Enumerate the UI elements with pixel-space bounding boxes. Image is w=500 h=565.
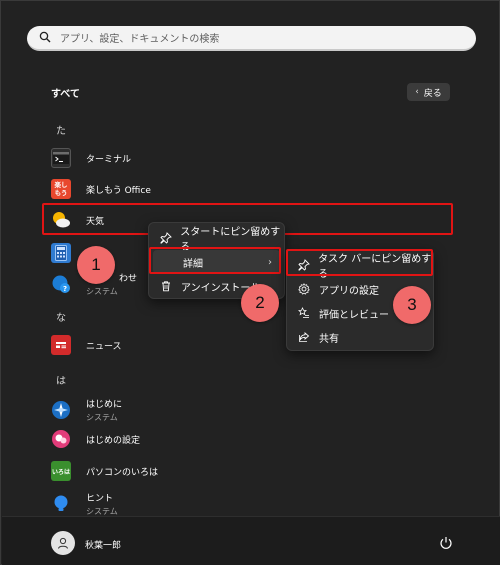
- menu-item-label: アプリの設定: [319, 285, 379, 297]
- gear-icon: [297, 282, 311, 296]
- share-icon: [297, 330, 311, 344]
- pin-icon: [159, 231, 172, 245]
- all-apps-title: すべて: [51, 89, 80, 100]
- list-item-tips-hint[interactable]: ヒント システム: [51, 491, 118, 517]
- back-button[interactable]: ‹ 戻る: [407, 83, 450, 101]
- letter-header-ta: た: [56, 126, 66, 137]
- list-item-terminal[interactable]: ターミナル: [51, 148, 131, 168]
- list-item-pc-iroha[interactable]: いろは パソコンのいろは: [51, 461, 158, 481]
- svg-text:?: ?: [63, 285, 67, 293]
- app-name: ニュース: [86, 341, 122, 352]
- highlight-pin-to-taskbar: [286, 249, 433, 276]
- list-item-initial-setup[interactable]: はじめの設定: [51, 429, 140, 449]
- tanoshimou-office-icon: 楽し もう: [51, 179, 71, 199]
- app-subtitle: システム: [86, 287, 118, 296]
- search-box[interactable]: アプリ、設定、ドキュメントの検索: [27, 26, 476, 51]
- menu-item-label: 共有: [319, 333, 339, 345]
- list-item-calculator[interactable]: [51, 243, 71, 263]
- start-footer: 秋葉一郎: [2, 516, 500, 565]
- letter-header-ha: は: [56, 376, 66, 387]
- list-item-get-started[interactable]: はじめに システム: [51, 397, 122, 423]
- back-button-label: 戻る: [423, 88, 442, 99]
- initial-setup-icon: [51, 429, 71, 449]
- app-name: ターミナル: [86, 154, 132, 165]
- pc-iroha-icon: いろは: [51, 461, 71, 481]
- list-item-tanoshimou-office[interactable]: 楽し もう 楽しもう Office: [51, 179, 151, 199]
- callout-2: 2: [241, 284, 279, 322]
- user-icon: [58, 537, 68, 549]
- lightbulb-icon: [51, 494, 71, 514]
- star-review-icon: [297, 306, 311, 320]
- app-name: はじめの設定: [86, 435, 141, 446]
- user-name[interactable]: 秋葉一郎: [85, 538, 121, 551]
- app-name: パソコンのいろは: [86, 467, 159, 478]
- news-icon: [51, 335, 71, 355]
- app-name: はじめに: [86, 400, 123, 410]
- start-menu: アプリ、設定、ドキュメントの検索 すべて ‹ 戻る た ターミナル 楽し もう …: [0, 0, 500, 565]
- list-item-news[interactable]: ニュース: [51, 335, 122, 355]
- callout-3: 3: [393, 286, 431, 324]
- callout-1: 1: [77, 246, 115, 284]
- power-icon[interactable]: [438, 535, 454, 551]
- user-avatar[interactable]: [51, 531, 75, 555]
- search-icon: [39, 28, 51, 47]
- app-name: ヒント: [86, 494, 114, 504]
- highlight-details: [149, 247, 281, 274]
- calculator-icon: [51, 243, 71, 263]
- chevron-left-icon: ‹: [415, 87, 419, 97]
- terminal-icon: [51, 148, 71, 168]
- menu-item-share[interactable]: 共有: [287, 325, 433, 349]
- search-placeholder: アプリ、設定、ドキュメントの検索: [60, 34, 220, 45]
- menu-item-label: 評価とレビュー: [319, 309, 389, 321]
- app-name: 楽しもう Office: [86, 185, 151, 196]
- tips-icon: ?: [51, 274, 71, 294]
- trash-icon: [159, 279, 173, 293]
- get-started-icon: [51, 400, 71, 420]
- app-subtitle: システム: [86, 413, 118, 422]
- letter-header-na: な: [56, 313, 66, 324]
